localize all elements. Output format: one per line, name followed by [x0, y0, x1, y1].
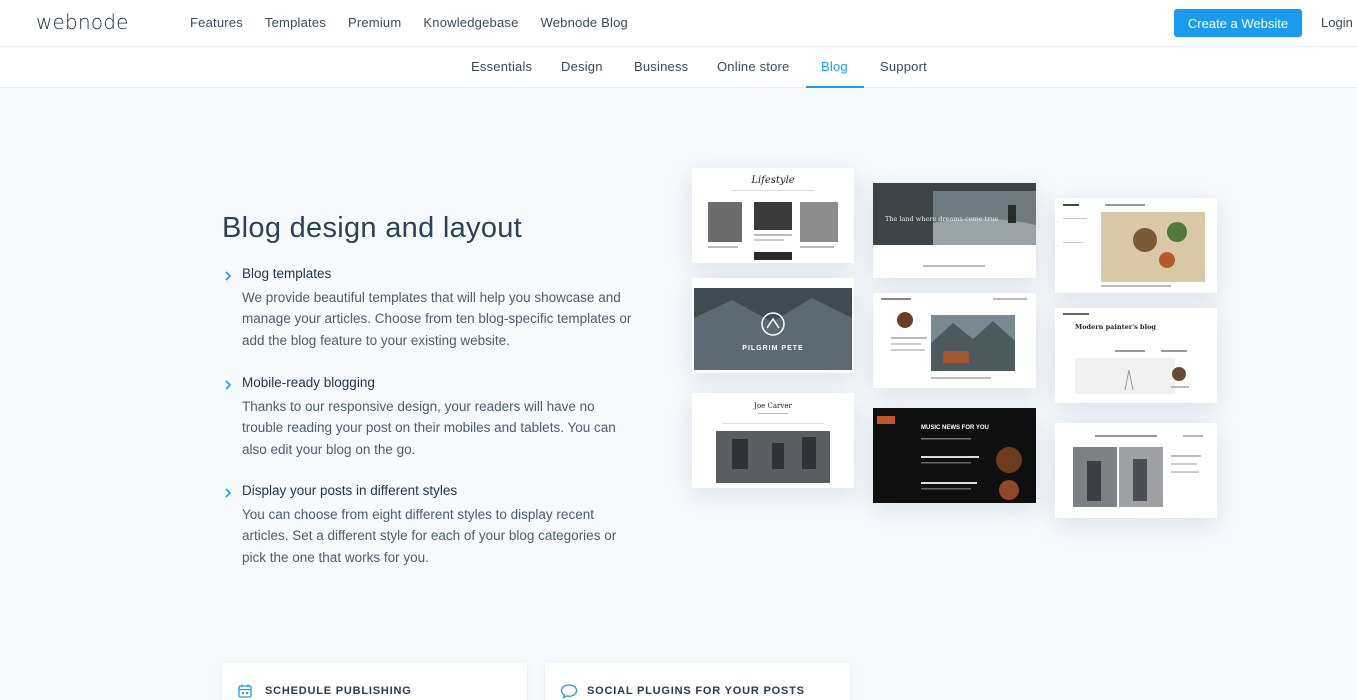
tab-blog[interactable]: Blog — [821, 59, 848, 74]
calendar-icon — [238, 684, 252, 698]
painter-title: Modern painter's blog — [1075, 323, 1156, 331]
active-tab-indicator — [806, 86, 864, 88]
create-website-button[interactable]: Create a Website — [1174, 9, 1302, 37]
template-preview-music-news[interactable]: MUSIC NEWS FOR YOU — [873, 408, 1036, 503]
nav-webnode-blog-link[interactable]: Webnode Blog — [541, 15, 628, 30]
social-plugins-card[interactable]: SOCIAL PLUGINS FOR YOUR POSTS — [545, 663, 850, 700]
feature-tabs: Essentials Design Business Online store … — [0, 46, 1357, 88]
speech-bubble-icon — [560, 684, 578, 699]
nav-features-link[interactable]: Features — [190, 15, 243, 30]
lifestyle-title: Lifestyle — [750, 175, 794, 186]
top-header: webnode Features Templates Premium Knowl… — [0, 0, 1357, 46]
template-preview-lakes[interactable] — [873, 293, 1036, 388]
music-title: MUSIC NEWS FOR YOU — [921, 425, 989, 431]
template-preview-fashion[interactable] — [1055, 423, 1217, 518]
page-title: Blog design and layout — [222, 212, 523, 244]
feature-blog-templates: Blog templates We provide beautiful temp… — [222, 266, 642, 356]
feature-title: Display your posts in different styles — [242, 483, 458, 498]
feature-description: Thanks to our responsive design, your re… — [242, 399, 616, 457]
feature-title: Mobile-ready blogging — [242, 375, 375, 390]
tab-business[interactable]: Business — [634, 59, 688, 74]
card-title: SCHEDULE PUBLISHING — [265, 685, 412, 697]
feature-display-styles: Display your posts in different styles Y… — [222, 483, 642, 573]
land-headline: The land where dreams come true — [885, 215, 999, 223]
card-title: SOCIAL PLUGINS FOR YOUR POSTS — [587, 685, 805, 697]
chevron-right-icon — [225, 380, 232, 390]
joe-title: Joe Carver — [753, 402, 792, 410]
template-preview-joe-carver[interactable]: Joe Carver — [692, 393, 854, 488]
nav-templates-link[interactable]: Templates — [265, 15, 326, 30]
template-preview-food[interactable] — [1055, 198, 1217, 293]
feature-title: Blog templates — [242, 266, 332, 281]
tab-online-store[interactable]: Online store — [717, 59, 790, 74]
nav-knowledgebase-link[interactable]: Knowledgebase — [423, 15, 518, 30]
tab-support[interactable]: Support — [880, 59, 927, 74]
template-preview-pilgrim-pete[interactable]: PILGRIM PETE — [692, 278, 854, 373]
nav-premium-link[interactable]: Premium — [348, 15, 401, 30]
tab-essentials[interactable]: Essentials — [471, 59, 532, 74]
feature-description: You can choose from eight different styl… — [242, 507, 617, 565]
template-preview-lifestyle[interactable]: Lifestyle — [692, 168, 854, 263]
template-preview-land[interactable]: The land where dreams come true — [873, 183, 1036, 278]
pilgrim-title: PILGRIM PETE — [742, 345, 803, 352]
template-preview-painter[interactable]: Modern painter's blog — [1055, 308, 1217, 403]
feature-description: We provide beautiful templates that will… — [242, 290, 632, 348]
tab-design[interactable]: Design — [561, 59, 603, 74]
login-link[interactable]: Login — [1321, 15, 1353, 30]
feature-mobile-ready: Mobile-ready blogging Thanks to our resp… — [222, 375, 642, 465]
chevron-right-icon — [225, 488, 232, 498]
webnode-logo[interactable]: webnode — [36, 10, 129, 34]
main-nav: Features Templates Premium Knowledgebase… — [190, 15, 650, 30]
chevron-right-icon — [225, 271, 232, 281]
schedule-publishing-card[interactable]: SCHEDULE PUBLISHING — [222, 663, 527, 700]
